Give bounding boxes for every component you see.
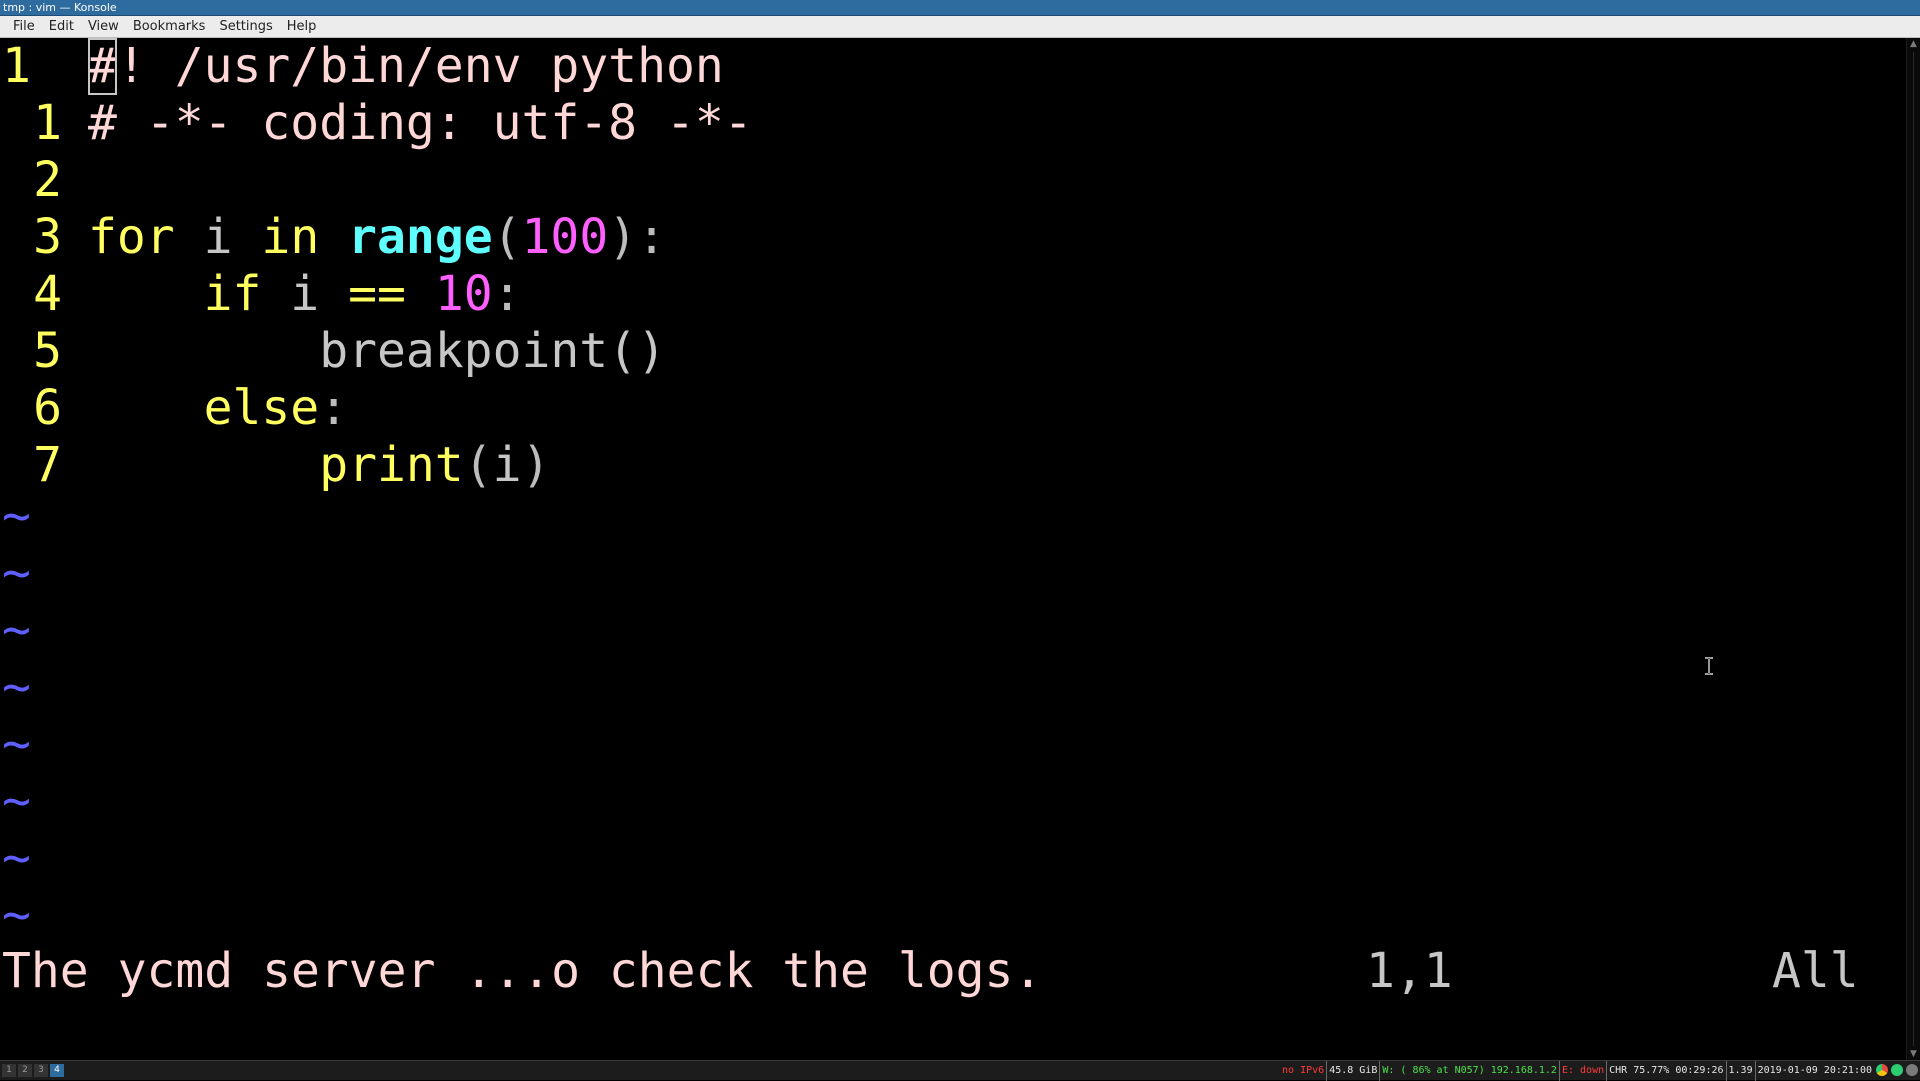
menu-file[interactable]: File [6,19,42,34]
line-number: 1 [33,95,62,151]
line-number: 4 [33,266,62,322]
line-number: 2 [33,152,62,208]
status-disk: 45.8 GiB [1327,1061,1381,1081]
empty-buffer-tilde: ~ [2,887,31,943]
line-number: 7 [33,437,62,493]
empty-buffer-tilde: ~ [2,545,31,601]
empty-buffer-tilde: ~ [2,488,31,544]
code-token: for [88,209,175,265]
empty-buffer-tilde: ~ [2,659,31,715]
desktop-4[interactable]: 4 [50,1064,64,1077]
code-token: ): [608,209,667,265]
terminal-scrollbar[interactable]: ▲ ▼ [1906,38,1920,1060]
code-line: 6 else: [2,380,348,437]
line-number: 5 [33,323,62,379]
desktop-2[interactable]: 2 [18,1064,32,1077]
code-line: 1 #! /usr/bin/env python [2,38,724,95]
code-token: : [319,380,349,436]
line-number: 1 [2,38,31,94]
code-line: 7 print(i) [2,437,550,494]
status-ipv6: no IPv6 [1280,1061,1328,1081]
code-token: i [492,437,522,493]
code-token: breakpoint() [319,323,666,379]
chrome-icon[interactable] [1876,1064,1888,1076]
code-token: 100 [521,209,609,265]
code-token: else [203,380,320,436]
code-token: i [203,209,233,265]
desktop-switcher: 1 2 3 4 [2,1064,64,1077]
scroll-track[interactable] [1913,52,1914,1046]
empty-buffer-tilde: ~ [2,716,31,772]
code-line: 2 [2,152,88,209]
system-tray [1876,1064,1918,1076]
code-token: == [348,266,406,322]
vim-cursor: # [88,38,117,95]
menu-help[interactable]: Help [280,19,324,34]
code-token: print [319,437,464,493]
status-ethernet: E: down [1560,1061,1608,1081]
code-token: : [492,266,522,322]
code-token: # -*- coding: utf-8 -*- [88,95,753,151]
vim-message-line: The ycmd server ...o check the logs. [2,943,1043,999]
line-number: 6 [33,380,62,436]
empty-buffer-tilde: ~ [2,830,31,886]
desktop-1[interactable]: 1 [2,1064,16,1077]
code-token: ( [492,209,522,265]
vim-scroll-indicator: All [1772,943,1859,999]
scroll-up-icon[interactable]: ▲ [1907,38,1920,50]
text-cursor-icon [1705,657,1713,675]
menu-edit[interactable]: Edit [42,19,81,34]
code-line: 3 for i in range(100): [2,209,666,266]
code-token: i [290,266,320,322]
menu-view[interactable]: View [81,19,126,34]
code-line: 4 if i == 10: [2,266,522,323]
status-wifi: W: ( 86% at N057) 192.168.1.2 [1380,1061,1560,1081]
taskbar: 1 2 3 4 no IPv6 45.8 GiB W: ( 86% at N05… [0,1060,1920,1081]
status-load: 1.39 [1727,1061,1756,1081]
code-token: 10 [434,266,493,322]
code-line: 5 breakpoint() [2,323,666,380]
empty-buffer-tilde: ~ [2,602,31,658]
code-token: ) [521,437,551,493]
menu-bar: File Edit View Bookmarks Settings Help [0,16,1920,38]
menu-bookmarks[interactable]: Bookmarks [126,19,213,34]
updates-icon[interactable] [1906,1064,1918,1076]
window-title: tmp : vim — Konsole [0,0,1920,16]
scroll-down-icon[interactable]: ▼ [1907,1048,1920,1060]
status-bar: no IPv6 45.8 GiB W: ( 86% at N057) 192.1… [1280,1061,1874,1081]
code-token: in [261,209,320,265]
code-line: 1 # -*- coding: utf-8 -*- [2,95,753,152]
menu-settings[interactable]: Settings [212,19,279,34]
code-token: ( [463,437,493,493]
network-icon[interactable] [1891,1064,1903,1076]
terminal-area[interactable]: The ycmd server ...o check the logs. 1,1… [0,38,1906,1060]
status-battery: CHR 75.77% 00:29:26 [1607,1061,1727,1081]
vim-cursor-position: 1,1 [1366,943,1453,999]
status-datetime: 2019-01-09 20:21:00 [1757,1065,1872,1076]
code-token: range [348,209,493,265]
code-token: if [203,266,262,322]
line-number: 3 [33,209,62,265]
empty-buffer-tilde: ~ [2,773,31,829]
desktop-3[interactable]: 3 [34,1064,48,1077]
code-token: ! /usr/bin/env python [116,38,724,94]
